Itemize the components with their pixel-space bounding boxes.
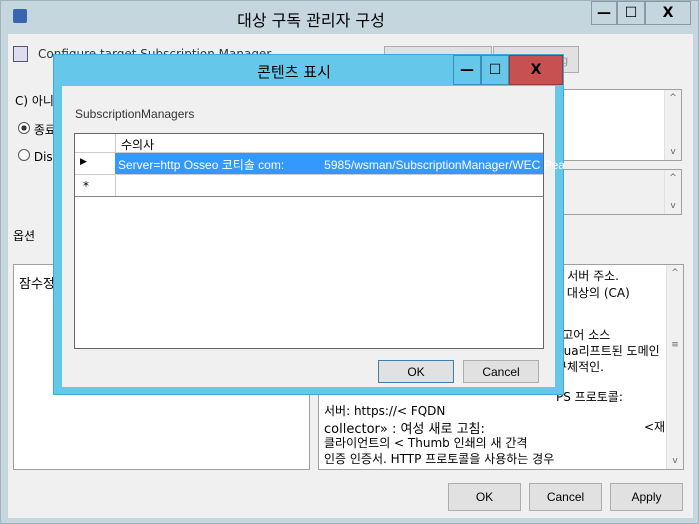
help-line: <재 [644, 420, 666, 434]
description-box[interactable]: ^ v [557, 89, 682, 161]
help-line: 클라이언트의 < Thumb 인쇄의 새 간격 [324, 436, 528, 450]
row-selector-icon: ▶ [80, 157, 87, 167]
close-button[interactable]: X [645, 1, 691, 25]
subscription-managers-label: SubscriptionManagers [75, 107, 195, 121]
main-window: 대상 구독 관리자 구성 — ☐ X Configure target Subs… [0, 0, 699, 524]
help-scrollbar[interactable]: ^ ≡ v [666, 265, 683, 469]
help-line: 인증 인증서. HTTP 프로토콜을 사용하는 경우 [324, 452, 555, 466]
cancel-button[interactable]: Cancel [529, 483, 602, 511]
scrollbar[interactable]: ^ v [664, 170, 681, 214]
help-line: PS 프로토콜: [556, 390, 623, 404]
help-line: qua리프트된 도메인 [556, 344, 660, 358]
help-line: y 대상의 (CA) [556, 286, 630, 300]
dialog-maximize-button[interactable]: ☐ [481, 55, 509, 85]
options-label: 옵션 [13, 229, 36, 243]
subscription-icon [13, 46, 28, 62]
grid-header: 수의사 [75, 134, 543, 153]
help-line: s고어 소스 [556, 328, 611, 342]
grid-cell[interactable] [115, 175, 543, 196]
grid-new-row[interactable]: * [75, 175, 543, 197]
maximize-button[interactable]: ☐ [617, 1, 645, 25]
grid-cell[interactable]: Server=http Osseo 코티솔 com: 5985/wsman/Su… [115, 153, 565, 174]
data-grid[interactable]: 수의사 ▶ Server=http Osseo 코티솔 com: 5985/ws… [74, 133, 565, 349]
ok-button[interactable]: OK [448, 483, 521, 511]
minimize-button[interactable]: — [591, 1, 617, 25]
column-header[interactable]: 수의사 [115, 134, 159, 153]
dialog-cancel-button[interactable]: Cancel [463, 360, 539, 383]
apply-button[interactable]: Apply [610, 483, 683, 511]
window-title: 대상 구독 관리자 구성 [237, 11, 385, 30]
dialog-client: SubscriptionManagers 수의사 ▶ Server=http O… [62, 86, 565, 387]
help-line: e 서버 주소. [556, 269, 619, 283]
comment-box[interactable]: ^ v [557, 169, 682, 215]
dialog-ok-button[interactable]: OK [378, 360, 454, 383]
radio-disable-button[interactable] [18, 149, 30, 161]
dialog-minimize-button[interactable]: — [453, 55, 481, 85]
dialog-close-button[interactable]: X [509, 55, 563, 85]
content-dialog: 콘텐츠 표시 — ☐ X SubscriptionManagers 수의사 ▶ … [53, 54, 565, 395]
grid-row[interactable]: ▶ Server=http Osseo 코티솔 com: 5985/wsman/… [75, 153, 565, 175]
scrollbar[interactable]: ^ v [664, 90, 681, 160]
radio-enable-button[interactable] [18, 122, 30, 134]
settings-list-item[interactable]: 잠수정 [19, 273, 55, 292]
help-line: 서버: https://< FQDN [324, 404, 446, 418]
radio-enable[interactable]: 종료 [18, 121, 56, 138]
new-row-icon: * [83, 179, 89, 193]
